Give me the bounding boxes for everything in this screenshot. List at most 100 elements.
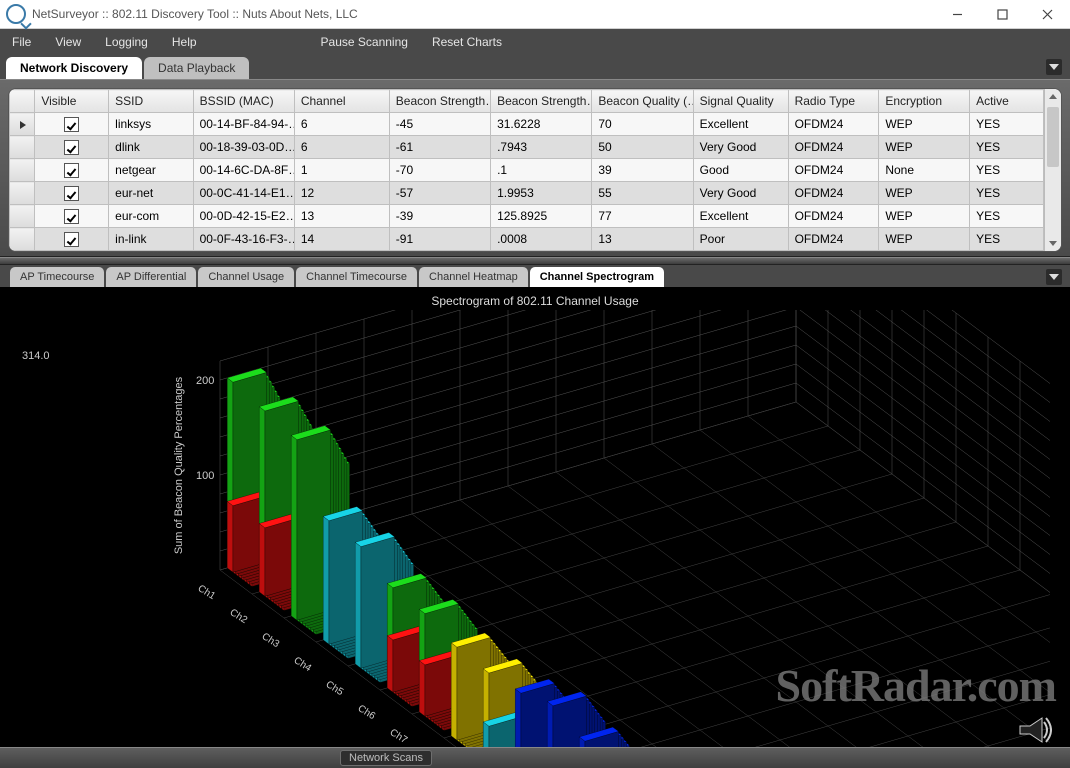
table-row[interactable]: in-link00-0F-43-16-F3-…14-91.000813PoorO…	[10, 228, 1044, 251]
access-point-panel: Visible SSID BSSID (MAC) Channel Beacon …	[0, 79, 1070, 257]
cell-beacon-quality: 13	[592, 228, 693, 251]
cell-visible[interactable]	[35, 182, 109, 205]
cell-radio-type: OFDM24	[788, 182, 879, 205]
cell-radio-type: OFDM24	[788, 205, 879, 228]
tab-channel-timecourse[interactable]: Channel Timecourse	[296, 267, 417, 287]
tab-channel-spectrogram[interactable]: Channel Spectrogram	[530, 267, 664, 287]
menu-file[interactable]: File	[0, 29, 43, 55]
tab-ap-differential[interactable]: AP Differential	[106, 267, 196, 287]
col-sig-q[interactable]: Signal Quality	[693, 90, 788, 113]
cell-visible[interactable]	[35, 113, 109, 136]
table-row[interactable]: eur-net00-0C-41-14-E1…12-571.995355Very …	[10, 182, 1044, 205]
menu-help[interactable]: Help	[160, 29, 209, 55]
cell-signal-quality: Poor	[693, 228, 788, 251]
row-selector[interactable]	[10, 136, 35, 159]
cell-ssid: netgear	[109, 159, 193, 182]
col-beacon-q[interactable]: Beacon Quality (…	[592, 90, 693, 113]
col-enc[interactable]: Encryption	[879, 90, 970, 113]
checkbox-icon[interactable]	[64, 140, 79, 155]
cell-visible[interactable]	[35, 205, 109, 228]
row-selector[interactable]	[10, 205, 35, 228]
window-buttons	[935, 0, 1070, 28]
table-row[interactable]: netgear00-14-6C-DA-8F…1-70.139GoodOFDM24…	[10, 159, 1044, 182]
tabs-dropdown-icon[interactable]	[1046, 59, 1062, 75]
cell-visible[interactable]	[35, 136, 109, 159]
maximize-button[interactable]	[980, 0, 1025, 28]
tab-channel-heatmap[interactable]: Channel Heatmap	[419, 267, 528, 287]
checkbox-icon[interactable]	[64, 163, 79, 178]
checkbox-icon[interactable]	[64, 117, 79, 132]
scroll-up-icon[interactable]	[1045, 89, 1061, 104]
tab-network-discovery[interactable]: Network Discovery	[6, 57, 142, 79]
cell-channel: 6	[294, 113, 389, 136]
cell-encryption: WEP	[879, 113, 970, 136]
cell-beacon-strength-1: -61	[389, 136, 490, 159]
tab-ap-timecourse[interactable]: AP Timecourse	[10, 267, 104, 287]
menu-pause-scanning[interactable]: Pause Scanning	[309, 29, 420, 55]
menu-reset-charts[interactable]: Reset Charts	[420, 29, 514, 55]
cell-bssid: 00-0F-43-16-F3-…	[193, 228, 294, 251]
cell-channel: 1	[294, 159, 389, 182]
table-header-row: Visible SSID BSSID (MAC) Channel Beacon …	[10, 90, 1044, 113]
col-channel[interactable]: Channel	[294, 90, 389, 113]
scroll-down-icon[interactable]	[1045, 236, 1061, 251]
menu-logging[interactable]: Logging	[93, 29, 160, 55]
cell-beacon-strength-2: 31.6228	[491, 113, 592, 136]
cell-radio-type: OFDM24	[788, 159, 879, 182]
col-rowselector[interactable]	[10, 90, 35, 113]
cell-radio-type: OFDM24	[788, 228, 879, 251]
col-ssid[interactable]: SSID	[109, 90, 193, 113]
tab-data-playback[interactable]: Data Playback	[144, 57, 249, 79]
menubar: File View Logging Help Pause Scanning Re…	[0, 29, 1070, 55]
chart-title: Spectrogram of 802.11 Channel Usage	[0, 288, 1070, 308]
row-selector[interactable]	[10, 228, 35, 251]
tab-channel-usage[interactable]: Channel Usage	[198, 267, 294, 287]
cell-visible[interactable]	[35, 228, 109, 251]
cell-beacon-strength-1: -91	[389, 228, 490, 251]
cell-encryption: WEP	[879, 182, 970, 205]
col-beacon-s2[interactable]: Beacon Strength…	[491, 90, 592, 113]
cell-radio-type: OFDM24	[788, 113, 879, 136]
checkbox-icon[interactable]	[64, 209, 79, 224]
cell-beacon-strength-2: 1.9953	[491, 182, 592, 205]
col-active[interactable]: Active	[970, 90, 1044, 113]
chart-panel: Spectrogram of 802.11 Channel Usage 314.…	[0, 287, 1070, 768]
checkbox-icon[interactable]	[64, 186, 79, 201]
svg-text:Sum of Beacon Quality Percenta: Sum of Beacon Quality Percentages	[173, 376, 185, 554]
svg-text:Ch1: Ch1	[196, 583, 218, 602]
access-point-table: Visible SSID BSSID (MAC) Channel Beacon …	[9, 89, 1044, 251]
col-bssid[interactable]: BSSID (MAC)	[193, 90, 294, 113]
row-selector[interactable]	[10, 159, 35, 182]
cell-bssid: 00-14-6C-DA-8F…	[193, 159, 294, 182]
minimize-button[interactable]	[935, 0, 980, 28]
spectrogram-3d-chart[interactable]: 100200Sum of Beacon Quality PercentagesC…	[20, 310, 1050, 768]
cell-ssid: linksys	[109, 113, 193, 136]
close-button[interactable]	[1025, 0, 1070, 28]
cell-ssid: eur-com	[109, 205, 193, 228]
chart-tabs-dropdown-icon[interactable]	[1046, 269, 1062, 285]
cell-bssid: 00-0D-42-15-E2…	[193, 205, 294, 228]
table-row[interactable]: eur-com00-0D-42-15-E2…13-39125.892577Exc…	[10, 205, 1044, 228]
cell-active: YES	[970, 136, 1044, 159]
cell-beacon-strength-1: -57	[389, 182, 490, 205]
menu-view[interactable]: View	[43, 29, 93, 55]
table-row[interactable]: dlink00-18-39-03-0D…6-61.794350Very Good…	[10, 136, 1044, 159]
table-vertical-scrollbar[interactable]	[1044, 89, 1061, 251]
cell-ssid: eur-net	[109, 182, 193, 205]
row-selector[interactable]	[10, 113, 35, 136]
cell-beacon-strength-2: .1	[491, 159, 592, 182]
chart-tabs: AP Timecourse AP Differential Channel Us…	[0, 265, 1070, 287]
col-beacon-s1[interactable]: Beacon Strength…	[389, 90, 490, 113]
window-titlebar: NetSurveyor :: 802.11 Discovery Tool :: …	[0, 0, 1070, 29]
table-row[interactable]: linksys00-14-BF-84-94-…6-4531.622870Exce…	[10, 113, 1044, 136]
horizontal-splitter[interactable]	[0, 257, 1070, 265]
cell-beacon-strength-2: 125.8925	[491, 205, 592, 228]
cell-visible[interactable]	[35, 159, 109, 182]
row-selector[interactable]	[10, 182, 35, 205]
window-title: NetSurveyor :: 802.11 Discovery Tool :: …	[32, 7, 935, 21]
col-visible[interactable]: Visible	[35, 90, 109, 113]
scroll-thumb[interactable]	[1047, 107, 1059, 167]
svg-text:100: 100	[196, 470, 214, 482]
col-radio[interactable]: Radio Type	[788, 90, 879, 113]
checkbox-icon[interactable]	[64, 232, 79, 247]
